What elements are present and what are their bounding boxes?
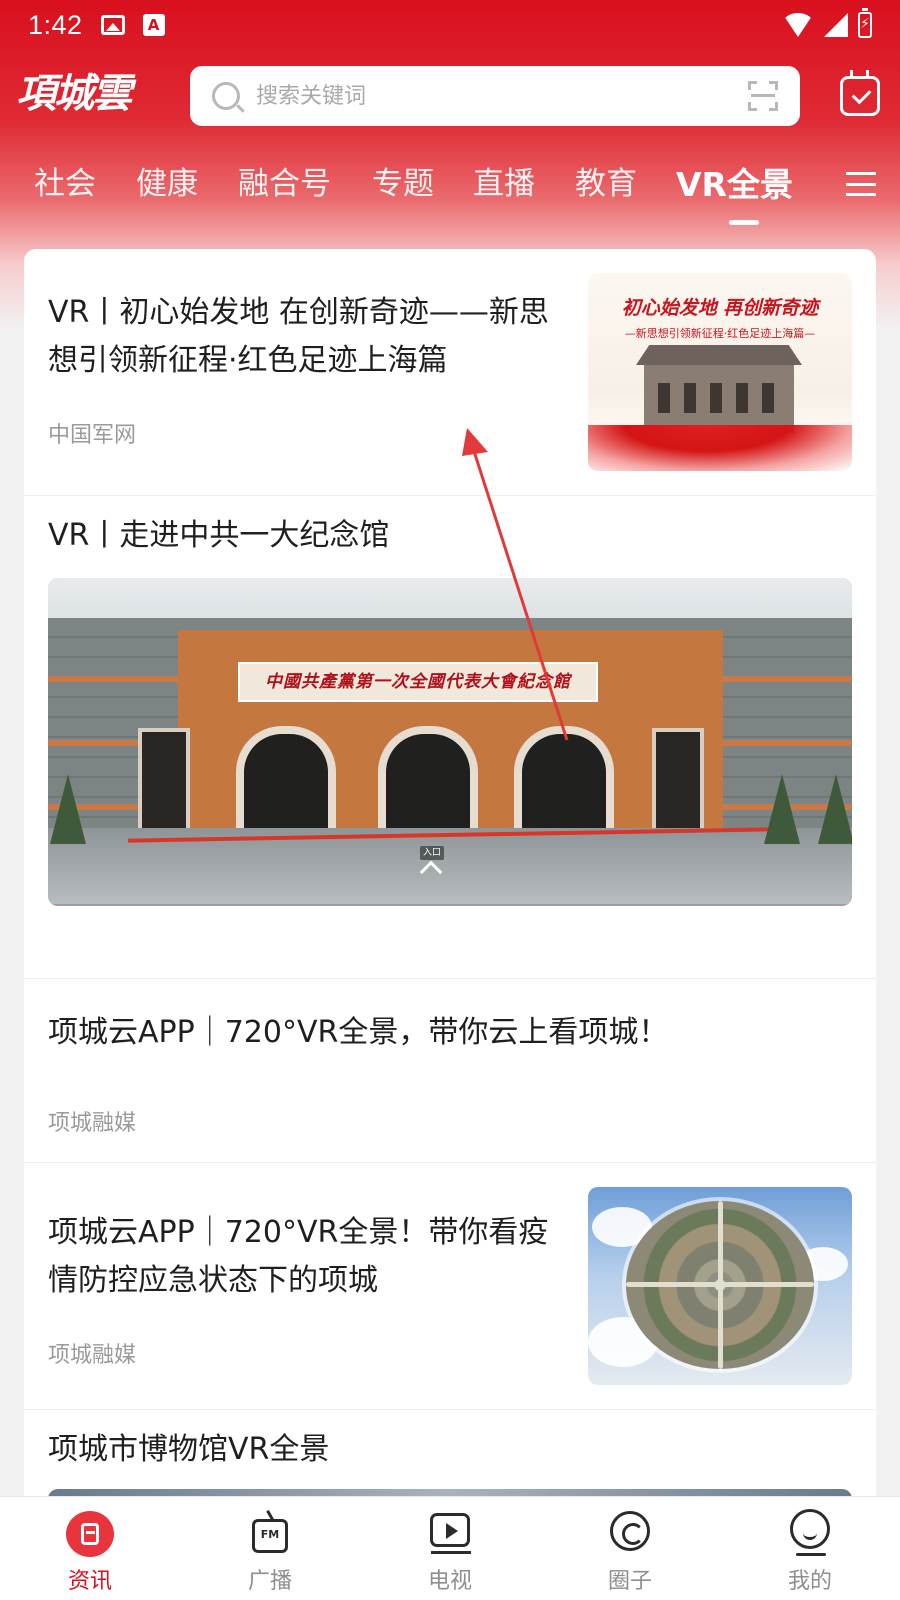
calendar-icon[interactable] [840, 70, 880, 116]
tree [50, 774, 86, 844]
news-icon [66, 1511, 114, 1557]
news-image: 中國共產黨第一次全國代表大會紀念館 入口 [48, 578, 852, 906]
signal-icon [824, 13, 848, 37]
nav-radio[interactable]: FM 广播 [210, 1497, 330, 1600]
status-bar: 1:42 A ⚡ [0, 0, 900, 50]
news-title: VR丨初心始发地 在创新奇迹——新思 想引领新征程·红色足迹上海篇 [48, 289, 568, 385]
search-icon [212, 82, 240, 110]
nav-circle[interactable]: 圈子 [570, 1497, 690, 1600]
news-title: 项城云APP｜720°VR全景，带你云上看项城！ [48, 1015, 669, 1050]
tree [764, 774, 800, 844]
news-title: 项城市博物馆VR全景 [48, 1432, 330, 1467]
news-item[interactable]: VR丨初心始发地 在创新奇迹——新思 想引领新征程·红色足迹上海篇 中国军网 初… [24, 249, 876, 496]
news-item[interactable]: 项城云APP｜720°VR全景，带你云上看项城！ 项城融媒 [24, 979, 876, 1163]
menu-icon[interactable] [846, 172, 876, 196]
category-tabs: 社会 健康 融合号 专题 直播 教育 VR全景 [0, 158, 900, 228]
news-source: 项城融媒 [48, 1343, 137, 1368]
news-title-line: 项城云APP｜720°VR全景！带你看疫 [48, 1215, 549, 1250]
news-source: 中国军网 [48, 423, 137, 448]
profile-icon [790, 1509, 830, 1556]
app-logo[interactable]: 項城雲 [16, 62, 156, 126]
news-thumbnail [588, 1187, 852, 1385]
nav-label: 电视 [427, 1569, 472, 1594]
nav-news[interactable]: 资讯 [30, 1497, 150, 1600]
tv-play-icon [430, 1513, 471, 1554]
nav-tv[interactable]: 电视 [390, 1497, 510, 1600]
tree [818, 774, 852, 844]
lattice-window [652, 728, 704, 836]
bottom-nav: 资讯 FM 广播 电视 圈子 我的 [0, 1496, 900, 1600]
nav-label: 资讯 [67, 1569, 112, 1594]
news-image-partial [48, 1489, 852, 1496]
search-bar[interactable] [190, 66, 800, 126]
tab-health[interactable]: 健康 [136, 158, 198, 203]
news-item[interactable]: 项城市博物馆VR全景 [24, 1410, 876, 1496]
a-icon: A [142, 14, 165, 36]
road [718, 1201, 723, 1369]
lattice-window [138, 728, 190, 836]
image-icon [100, 15, 125, 35]
status-time: 1:42 [28, 9, 83, 40]
news-feed: VR丨初心始发地 在创新奇迹——新思 想引领新征程·红色足迹上海篇 中国军网 初… [24, 249, 876, 1496]
top-bar: 項城雲 [0, 62, 900, 126]
news-source: 项城融媒 [48, 1111, 137, 1136]
thumbnail-subtitle: —新思想引领新征程·红色足迹上海篇— [624, 327, 816, 340]
news-title: 项城云APP｜720°VR全景！带你看疫 情防控应急状态下的项城 [48, 1209, 568, 1305]
thumbnail-title: 初心始发地 再创新奇迹 [621, 297, 819, 319]
building-sign: 中國共產黨第一次全國代表大會紀念館 [238, 662, 598, 702]
news-title: VR丨走进中共一大纪念馆 [48, 518, 390, 553]
news-title-line: 想引领新征程·红色足迹上海篇 [48, 343, 448, 378]
nav-profile[interactable]: 我的 [750, 1497, 870, 1600]
tab-live[interactable]: 直播 [473, 158, 535, 203]
battery-icon: ⚡ [858, 8, 872, 38]
tab-education[interactable]: 教育 [575, 158, 637, 203]
scan-icon[interactable] [748, 81, 778, 111]
news-thumbnail: 初心始发地 再创新奇迹 —新思想引领新征程·红色足迹上海篇— [588, 273, 852, 471]
tab-topics[interactable]: 专题 [372, 158, 434, 203]
red-ink-splash [588, 425, 852, 471]
tab-vr-panorama[interactable]: VR全景 [676, 158, 793, 206]
search-input[interactable] [256, 83, 748, 109]
nav-label: 我的 [787, 1569, 832, 1594]
wifi-icon [782, 13, 814, 37]
nav-label: 广播 [247, 1569, 292, 1594]
circle-icon [610, 1511, 650, 1551]
building-illustration [644, 363, 794, 433]
tab-society[interactable]: 社会 [34, 158, 96, 203]
news-item[interactable]: 项城云APP｜720°VR全景！带你看疫 情防控应急状态下的项城 项城融媒 [24, 1163, 876, 1410]
news-title-line: VR丨初心始发地 在创新奇迹——新思 [48, 295, 549, 330]
news-item[interactable]: VR丨走进中共一大纪念馆 中國共產黨第一次全國代表大會紀念館 入口 [24, 496, 876, 979]
news-title-line: 情防控应急状态下的项城 [48, 1263, 378, 1298]
tab-media-account[interactable]: 融合号 [238, 158, 331, 203]
radio-fm-icon: FM [252, 1519, 288, 1553]
active-tab-indicator [729, 220, 759, 225]
nav-label: 圈子 [607, 1569, 652, 1594]
vr-entrance-label: 入口 [420, 846, 444, 860]
